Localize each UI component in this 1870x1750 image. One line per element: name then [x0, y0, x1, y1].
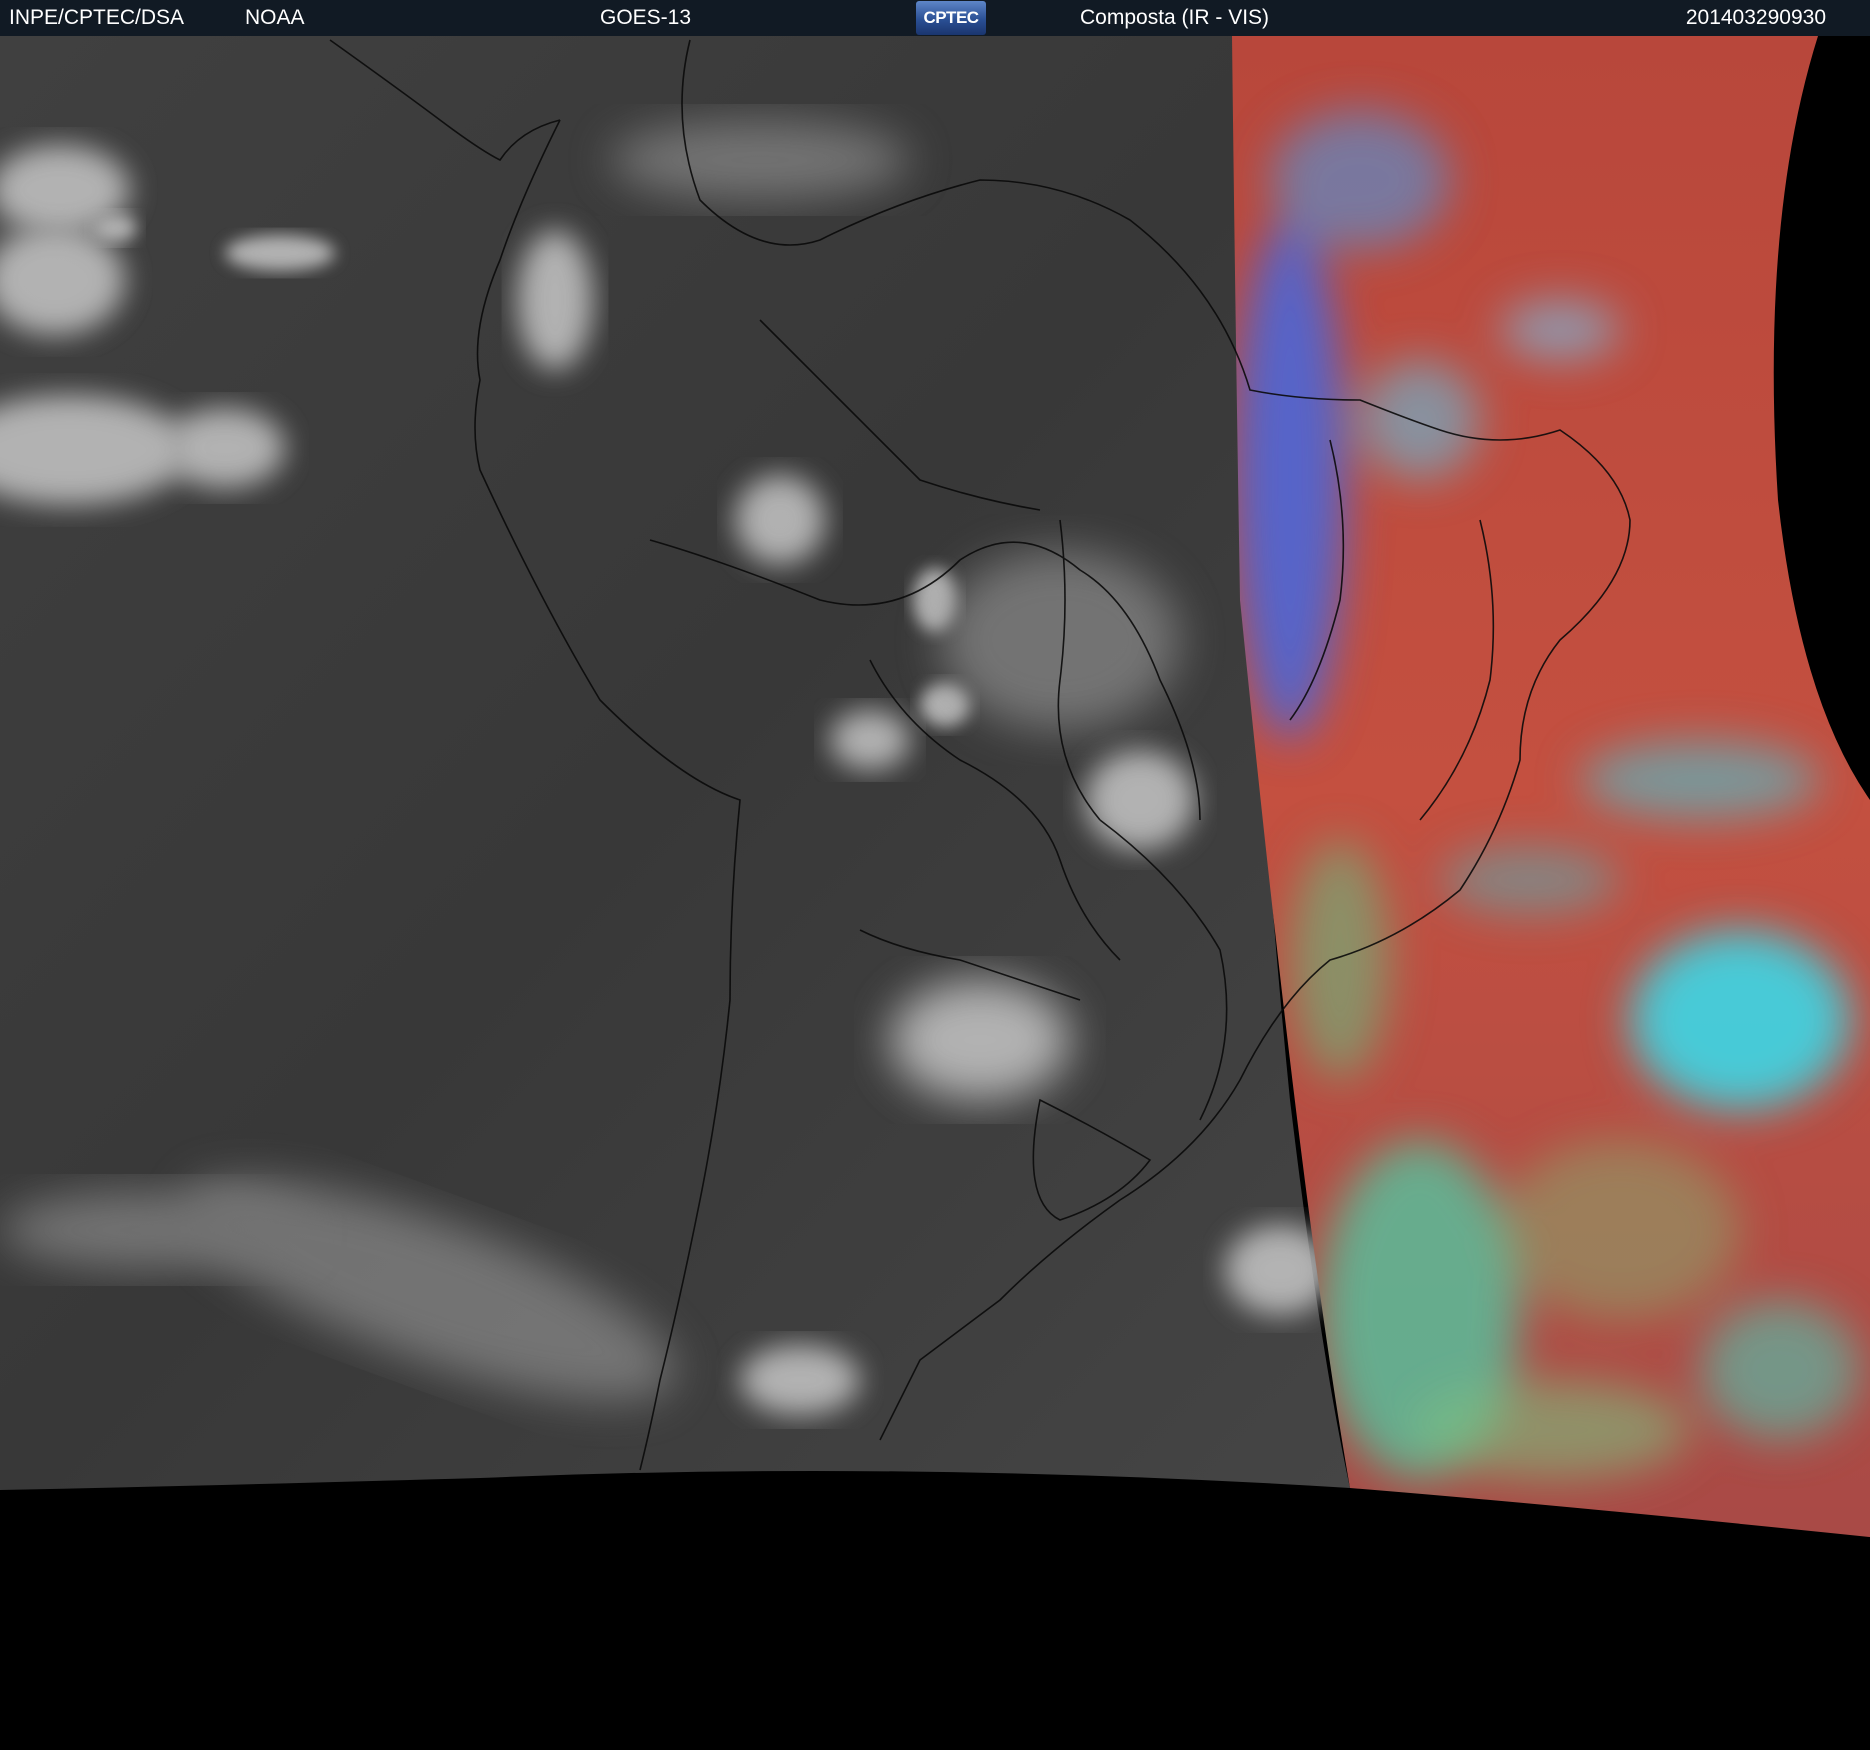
- organization-label: INPE/CPTEC/DSA: [9, 6, 185, 29]
- product-label: Composta (IR - VIS): [1080, 6, 1270, 29]
- timestamp-label: 201403290930: [1685, 6, 1826, 29]
- cptec-logo: CPTEC: [916, 1, 986, 35]
- satellite-image: [0, 36, 1870, 1537]
- image-header: INPE/CPTEC/DSA NOAA GOES-13 CPTEC Compos…: [0, 0, 1870, 36]
- agency-label: NOAA: [245, 6, 305, 29]
- satellite-label: GOES-13: [600, 6, 692, 29]
